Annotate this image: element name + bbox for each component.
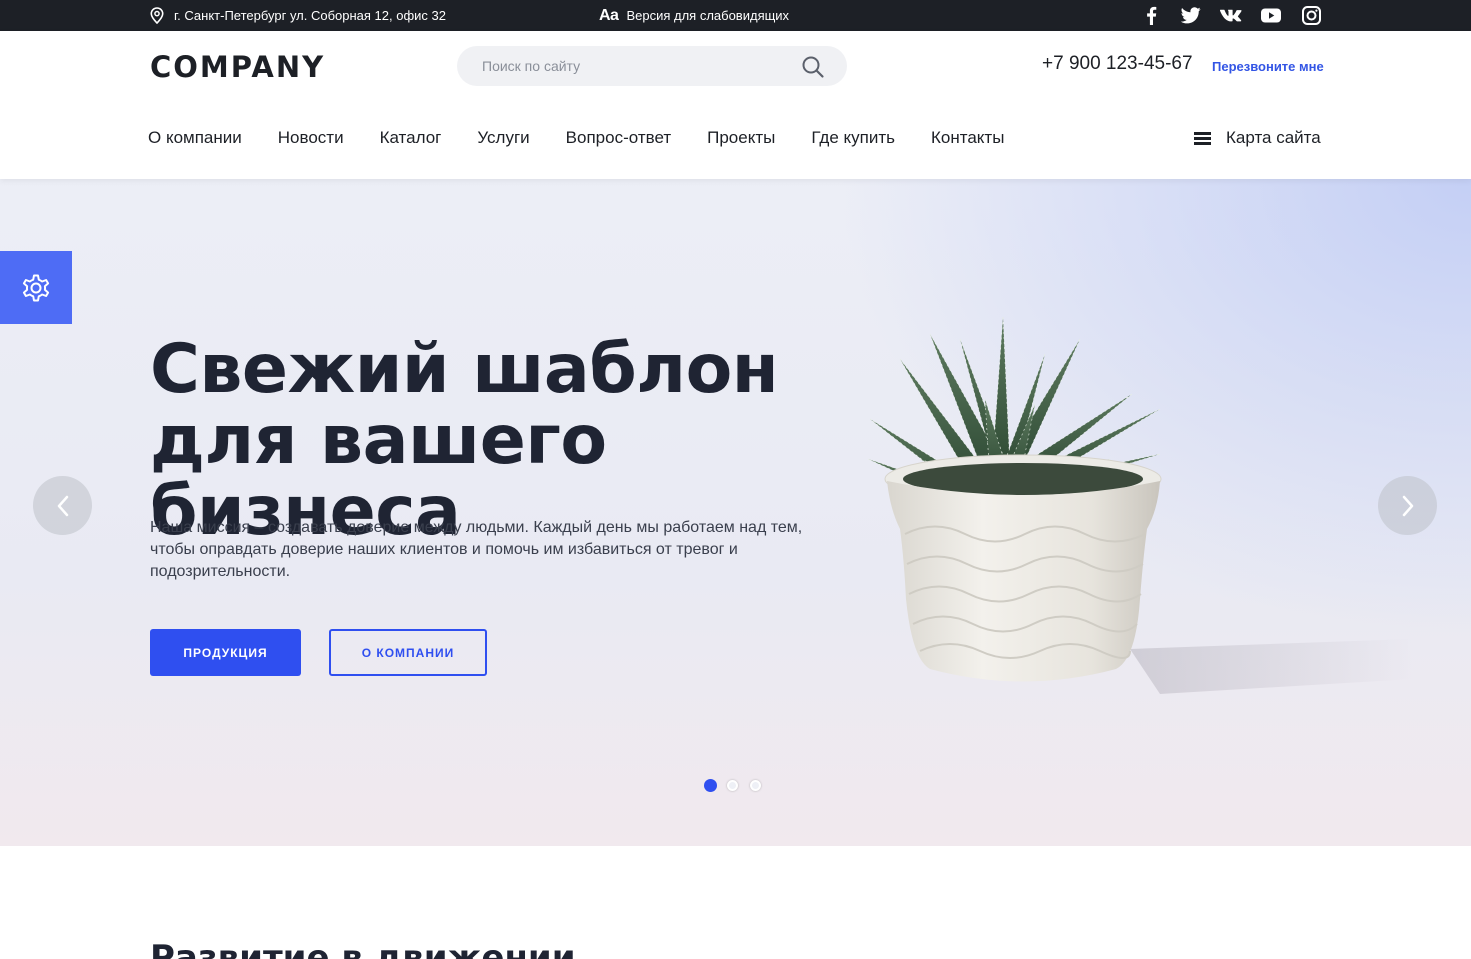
facebook-icon[interactable]	[1140, 5, 1162, 27]
callback-link[interactable]: Перезвоните мне	[1212, 59, 1324, 74]
low-vision-link[interactable]: Aa Версия для слабовидящих	[599, 0, 789, 31]
hero-slider: Свежий шаблон для вашего бизнеса Наша ми…	[0, 179, 1471, 846]
logo[interactable]: COMPANY	[150, 50, 325, 84]
nav-item-news[interactable]: Новости	[278, 128, 344, 148]
slider-dot-2[interactable]	[727, 780, 738, 791]
nav-item-about[interactable]: О компании	[148, 128, 242, 148]
social-links	[1140, 0, 1322, 31]
slider-dot-3[interactable]	[750, 780, 761, 791]
sitemap-link[interactable]: Карта сайта	[1194, 128, 1321, 148]
slider-dot-1[interactable]	[704, 779, 717, 792]
nav-item-projects[interactable]: Проекты	[707, 128, 775, 148]
search-input[interactable]	[457, 46, 787, 86]
nav-item-where-to-buy[interactable]: Где купить	[811, 128, 895, 148]
font-size-icon: Aa	[599, 6, 619, 24]
section-title: Развитие в движении	[150, 938, 576, 959]
menu-icon	[1194, 131, 1211, 145]
nav-item-faq[interactable]: Вопрос-ответ	[566, 128, 671, 148]
plant-image	[867, 316, 1412, 694]
hero-title: Свежий шаблон для вашего бизнеса	[150, 330, 779, 551]
location-pin-icon	[150, 7, 164, 24]
slider-dots	[704, 779, 773, 792]
nav-item-services[interactable]: Услуги	[477, 128, 529, 148]
address: г. Санкт-Петербург ул. Соборная 12, офис…	[150, 0, 446, 31]
site-header: COMPANY +7 900 123-45-67 Перезвоните мне…	[0, 31, 1471, 179]
low-vision-label: Версия для слабовидящих	[626, 8, 790, 23]
top-bar: г. Санкт-Петербург ул. Соборная 12, офис…	[0, 0, 1471, 31]
address-text: г. Санкт-Петербург ул. Соборная 12, офис…	[174, 8, 446, 23]
slider-prev-button[interactable]	[33, 476, 92, 535]
sitemap-label: Карта сайта	[1226, 128, 1321, 147]
products-button[interactable]: ПРОДУКЦИЯ	[150, 629, 301, 676]
settings-button[interactable]	[0, 251, 72, 324]
nav-item-catalog[interactable]: Каталог	[380, 128, 442, 148]
phone-number[interactable]: +7 900 123-45-67	[1042, 53, 1193, 75]
youtube-icon[interactable]	[1260, 5, 1282, 27]
gear-icon	[22, 274, 50, 301]
twitter-icon[interactable]	[1180, 5, 1202, 27]
hero-text: Наша миссия – создавать доверие между лю…	[150, 519, 803, 580]
main-nav: О компании Новости Каталог Услуги Вопрос…	[148, 128, 1040, 148]
about-company-button[interactable]: О КОМПАНИИ	[329, 629, 487, 676]
chevron-left-icon	[57, 495, 68, 516]
search-icon[interactable]	[801, 55, 825, 79]
instagram-icon[interactable]	[1300, 5, 1322, 27]
vk-icon[interactable]	[1220, 5, 1242, 27]
search-box	[457, 46, 847, 86]
nav-item-contacts[interactable]: Контакты	[931, 128, 1004, 148]
